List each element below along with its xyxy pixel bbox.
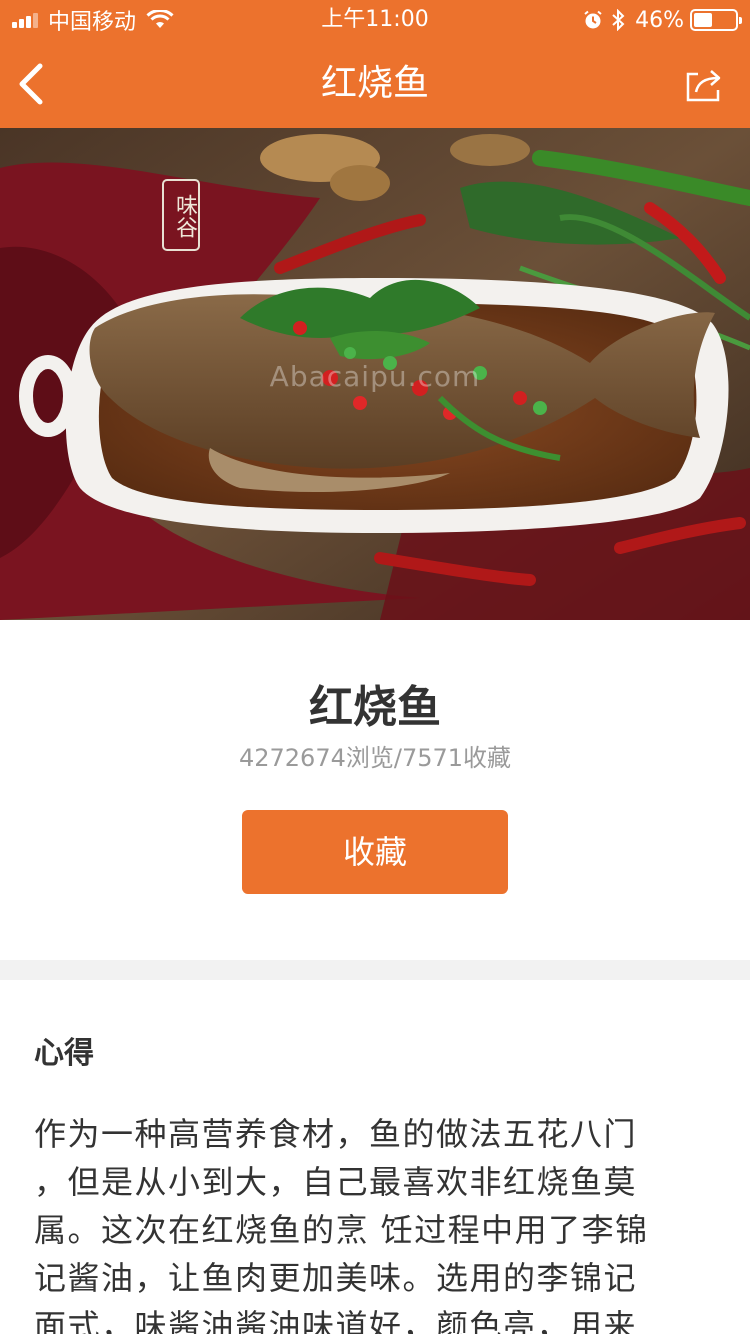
notes-line: ，但是从小到大，自己最喜欢非红烧鱼莫 xyxy=(34,1163,638,1201)
section-divider xyxy=(0,960,750,980)
alarm-icon xyxy=(584,10,602,29)
brand-badge: 味谷 xyxy=(172,194,197,238)
recipe-stats: 4272674浏览/7571收藏 xyxy=(0,742,750,774)
stats-separator: / xyxy=(393,744,402,772)
notes-text: 作为一种高营养食材，鱼的做法五花八门 ，但是从小到大，自己最喜欢非红烧鱼莫 属。… xyxy=(34,1110,704,1334)
favorites-count: 7571收藏 xyxy=(401,744,512,772)
app-header: 中国移动 上午11:00 46% 红烧鱼 xyxy=(0,0,750,128)
battery-level-fill xyxy=(694,13,713,27)
recipe-title: 红烧鱼 xyxy=(309,682,441,733)
favorite-button[interactable]: 收藏 xyxy=(242,810,508,894)
battery-percent: 46% xyxy=(635,7,684,33)
recipe-hero-image: 味谷 Abacaipu.com xyxy=(0,128,750,620)
battery-icon xyxy=(690,9,742,31)
status-bar: 中国移动 上午11:00 46% xyxy=(0,0,750,40)
watermark-text: Abacaipu.com xyxy=(269,360,481,393)
notes-line: 面式，味酱油酱油味道好，颜色亮，用来 xyxy=(34,1307,638,1334)
section-title: 心得 xyxy=(34,1036,94,1071)
nav-bar: 红烧鱼 xyxy=(0,40,750,128)
notes-line: 作为一种高营养食材，鱼的做法五花八门 xyxy=(34,1115,638,1153)
notes-line: 记酱油，让鱼肉更加美味。选用的李锦记 xyxy=(34,1259,638,1297)
views-count: 4272674浏览 xyxy=(238,744,394,772)
notes-line: 属。这次在红烧鱼的烹 饪过程中用了李锦 xyxy=(34,1211,649,1249)
nav-title: 红烧鱼 xyxy=(320,63,429,104)
share-icon[interactable] xyxy=(684,64,724,104)
bluetooth-icon xyxy=(612,9,625,31)
